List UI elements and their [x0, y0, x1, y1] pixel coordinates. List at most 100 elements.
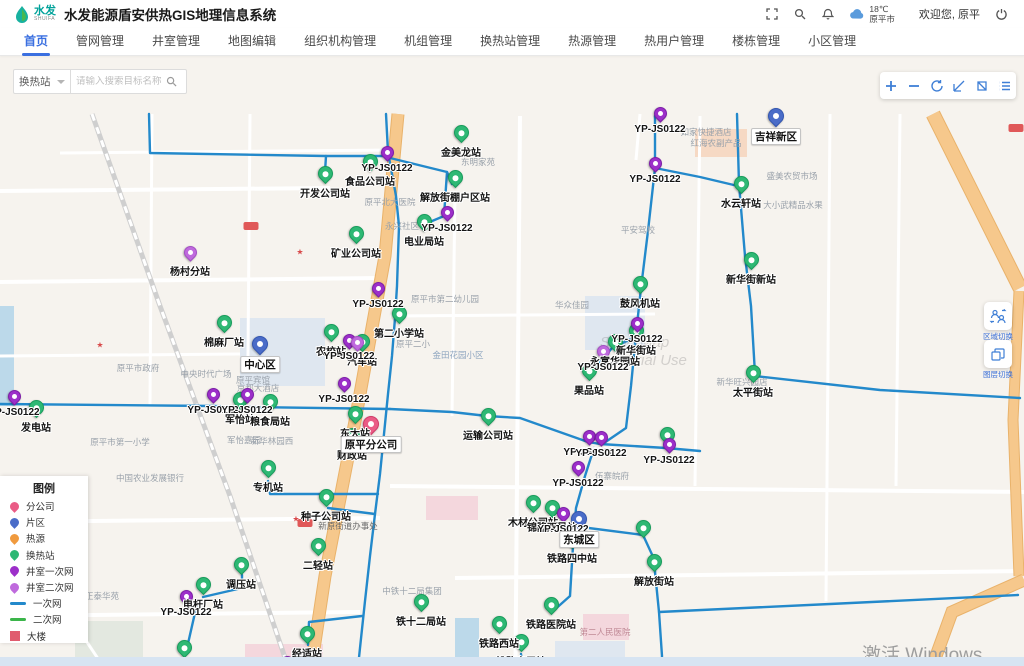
well-label[interactable]: YP-JS0122	[318, 394, 369, 405]
well-label[interactable]: YP-JS0122	[552, 478, 603, 489]
pin-dot	[772, 112, 780, 120]
legend-item-3: 热源	[10, 530, 88, 546]
pin-dot	[484, 411, 492, 419]
weather-city: 原平市	[869, 14, 895, 24]
search-icon[interactable]	[793, 7, 807, 21]
company-label[interactable]: 原平分公司	[341, 436, 402, 453]
station-label[interactable]: 果品站	[574, 382, 604, 397]
station-label[interactable]: 二轻站	[303, 557, 333, 572]
station-label[interactable]: 调压站	[226, 576, 256, 591]
station-label[interactable]: 第二小学站	[374, 325, 424, 340]
map-poi-label: 原平北大医院	[364, 196, 415, 208]
tab-3[interactable]: 井室管理	[138, 28, 214, 56]
search-input-icon[interactable]	[166, 76, 177, 87]
well-label[interactable]: YP-JS0122	[575, 448, 626, 459]
layer-switch-icon	[984, 340, 1012, 368]
tab-6[interactable]: 机组管理	[390, 28, 466, 56]
district-label[interactable]: 吉祥新区	[751, 128, 801, 145]
station-label[interactable]: 棉麻厂站	[204, 334, 244, 349]
tab-9[interactable]: 热用户管理	[630, 28, 718, 56]
well-label[interactable]: YP-JS0122	[421, 223, 472, 234]
search-category-select[interactable]: 换热站	[13, 69, 71, 94]
pin-dot	[322, 492, 330, 500]
station-label[interactable]: 矿业公司站	[331, 245, 381, 260]
zoom-out-button[interactable]	[904, 76, 924, 96]
tab-2[interactable]: 管网管理	[62, 28, 138, 56]
station-label[interactable]: 专机站	[253, 479, 283, 494]
well2-label[interactable]: YP-JS0122	[577, 362, 628, 373]
well-label[interactable]: YP-JS0122	[611, 334, 662, 345]
well-label[interactable]: YP-JS0122	[160, 607, 211, 618]
measure-distance-button[interactable]	[949, 76, 969, 96]
tab-5[interactable]: 组织机构管理	[290, 28, 390, 56]
well-label[interactable]: YP-JS0122	[221, 405, 272, 416]
well-label[interactable]: YP-JS0122	[634, 124, 685, 135]
station-label[interactable]: 开发公司站	[300, 185, 350, 200]
well-label[interactable]: YP-JS0122	[643, 455, 694, 466]
layer-switch-tool[interactable]: 图层切换	[981, 340, 1015, 380]
fullscreen-icon[interactable]	[765, 7, 779, 21]
station-label[interactable]: 水云轩站	[721, 195, 761, 210]
station-label[interactable]: 食品公司站	[345, 173, 395, 188]
map-poi-label: 华众佳园	[555, 299, 589, 311]
well-label[interactable]: YP-JS0122	[361, 163, 412, 174]
station-label[interactable]: 鼓风机站	[620, 295, 660, 310]
well-label[interactable]: YP-JS0122	[629, 174, 680, 185]
measure-area-button[interactable]	[972, 76, 992, 96]
station-label[interactable]: 铁路医院站	[526, 616, 576, 631]
station-label[interactable]: 金美龙站	[441, 144, 481, 159]
legend-pin-icon	[8, 564, 21, 577]
pin-dot	[352, 229, 360, 237]
station-label[interactable]: 铁路西站	[479, 635, 519, 650]
district-label[interactable]: 东城区	[559, 531, 599, 548]
street	[0, 354, 240, 356]
search-input[interactable]	[76, 76, 166, 87]
tab-10[interactable]: 楼栋管理	[718, 28, 794, 56]
tab-4[interactable]: 地图编辑	[214, 28, 290, 56]
pin-dot	[220, 318, 228, 326]
pin-dot	[395, 309, 403, 317]
zoom-in-button[interactable]	[881, 76, 901, 96]
pin-dot	[383, 149, 390, 156]
map-block	[426, 496, 478, 520]
well-label[interactable]: YP-JS0122	[0, 407, 40, 418]
reset-view-button[interactable]	[927, 76, 947, 96]
well-label[interactable]: YP-JS0122	[352, 299, 403, 310]
map-poi-label: 中央时代广场	[180, 368, 231, 380]
map-poi-label: 中国农业发展银行	[116, 472, 184, 484]
station-label[interactable]: 铁路四中站	[547, 550, 597, 565]
switch-region-icon	[984, 302, 1012, 330]
tab-1[interactable]: 首页	[10, 28, 62, 56]
bell-icon[interactable]	[821, 7, 835, 21]
station-label[interactable]: 电业局站	[404, 233, 444, 248]
station-label[interactable]: 铁十二局站	[396, 613, 446, 628]
station-label[interactable]: 新华街新站	[726, 271, 776, 286]
legend-title: 图例	[10, 480, 78, 496]
tab-8[interactable]: 热源管理	[554, 28, 630, 56]
station-label[interactable]: 运输公司站	[463, 427, 513, 442]
road-number-badge	[244, 222, 259, 230]
station-label[interactable]: 经适站	[292, 645, 322, 657]
legend-item-9: 大楼	[10, 628, 88, 644]
street	[390, 314, 655, 316]
station-label[interactable]: 种子公司站	[301, 508, 351, 523]
station-label[interactable]: 发电站	[21, 419, 51, 434]
well-label[interactable]: YP-JS0122	[323, 351, 374, 362]
map-canvas[interactable]: 原平北大医院原平市第二幼儿园原平二小金田花园小区永兴社区东明家苑平安驾校原平市政…	[0, 56, 1024, 657]
station-label[interactable]: 解放街棚户区站	[420, 189, 490, 204]
tab-7[interactable]: 换热站管理	[466, 28, 554, 56]
street	[636, 114, 640, 160]
legend-item-label: 二次网	[33, 612, 62, 626]
pin-dot	[529, 498, 537, 506]
well2-label[interactable]: 杨村分站	[170, 263, 210, 278]
station-label[interactable]: 解放街站	[634, 573, 674, 588]
map-poi-label: 正泰华苑	[85, 590, 119, 602]
pin-dot	[650, 557, 658, 565]
district-label[interactable]: 中心区	[240, 356, 280, 373]
power-icon[interactable]	[994, 7, 1008, 21]
region-switch-tool[interactable]: 区域切换	[981, 302, 1015, 342]
station-label[interactable]: 太平街站	[733, 384, 773, 399]
tab-11[interactable]: 小区管理	[794, 28, 870, 56]
layer-list-button[interactable]	[995, 76, 1015, 96]
legend-item-label: 分公司	[26, 499, 55, 513]
